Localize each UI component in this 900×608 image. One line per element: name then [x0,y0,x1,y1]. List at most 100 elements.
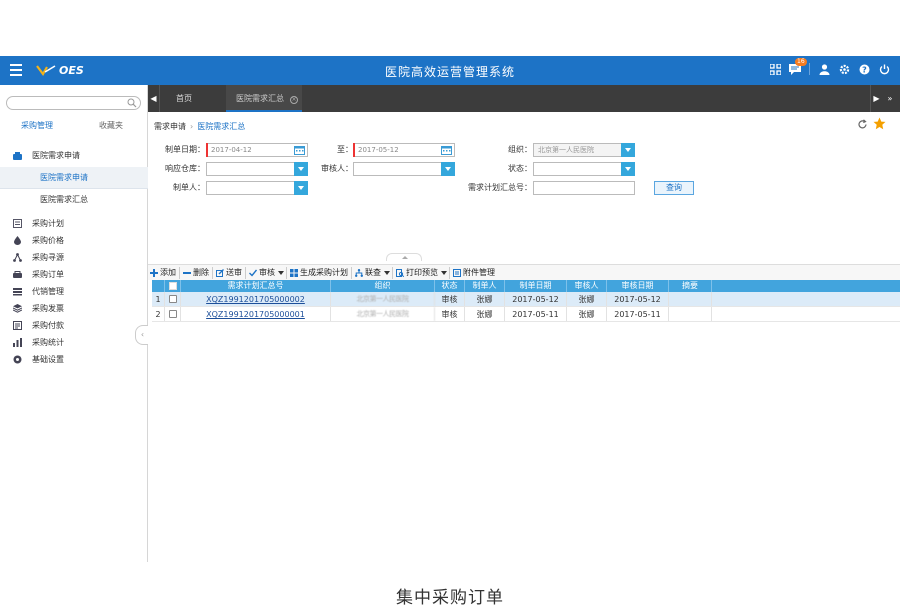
message-icon[interactable]: 16 [789,58,807,75]
tab-favorites[interactable]: 收藏夹 [74,120,148,134]
search-icon[interactable] [127,98,137,108]
sidebar-subitem-demand-request[interactable]: 医院需求申请 [0,167,148,189]
print-dropdown-icon[interactable] [440,265,448,281]
help-icon[interactable]: ? [858,63,870,75]
power-icon[interactable] [878,63,890,75]
sidebar-item-purchase-order[interactable]: 采购订单 [0,266,148,283]
star-icon[interactable] [873,117,886,130]
row-checkbox[interactable] [168,310,177,318]
sidebar-item-label: 采购计划 [32,219,64,228]
table-row[interactable]: 2 XQZ1991201705000001 北京第一人民医院 审核 张娜 201… [152,307,900,322]
date-from-label: 制单日期： [165,145,205,154]
row-audit-date: 2017-05-12 [607,292,669,306]
sidebar-item-purchase-plan[interactable]: 采购计划 [0,215,148,232]
tab-purchase-management[interactable]: 采购管理 [0,120,74,134]
notification-badge: 16 [795,58,807,66]
top-bar: OES 医院高效运营管理系统 16 ? [0,56,900,85]
column-header[interactable]: 制单日期 [505,280,567,292]
sidebar-group-hospital-demand[interactable]: 医院需求申请 [0,145,148,167]
row-checkbox[interactable] [168,295,177,303]
gear-icon[interactable] [838,63,850,75]
calendar-icon[interactable] [294,145,305,155]
chevron-down-icon[interactable] [294,181,308,195]
tab-more-icon[interactable]: » [882,85,898,112]
linked-query-dropdown-icon[interactable] [383,265,391,281]
org-select[interactable]: 北京第一人民医院 [533,143,635,157]
column-header[interactable]: 审核人 [567,280,607,292]
tab-demand-summary[interactable]: 医院需求汇总 × [226,85,302,112]
sidebar-item-payment[interactable]: 采购付款 [0,317,148,334]
row-select[interactable] [165,307,181,321]
grid-apps-icon[interactable] [769,63,781,75]
sidebar-item-label: 基础设置 [32,355,64,364]
row-code-link[interactable]: XQZ1991201705000002 [181,292,331,306]
column-header[interactable]: 需求计划汇总号 [181,280,331,292]
delete-label: 删除 [193,268,209,277]
calendar-icon[interactable] [441,145,452,155]
search-input[interactable] [13,97,123,109]
chevron-down-icon[interactable] [441,162,455,176]
query-button[interactable]: 查询 [654,181,694,195]
sidebar-item-label: 采购价格 [32,236,64,245]
row-select[interactable] [165,292,181,306]
header-select-all[interactable] [165,280,181,292]
sidebar-item-base-settings[interactable]: 基础设置 [0,351,148,368]
submit-review-button[interactable]: 送审 [214,265,244,281]
close-icon[interactable]: × [290,96,298,104]
plan-icon [13,219,22,228]
tab-scroll-left-icon[interactable]: ◀ [148,85,160,112]
maker-label: 制单人： [173,183,205,192]
sidebar-item-label: 采购寻源 [32,253,64,262]
sidebar-item-purchase-price[interactable]: 采购价格 [0,232,148,249]
sidebar: 采购管理 收藏夹 医院需求申请 医院需求申请 医院需求汇总 采购计划 采购价格 … [0,85,149,562]
refresh-icon[interactable] [857,119,868,130]
tab-home[interactable]: 首页 [176,85,192,112]
sidebar-item-purchase-sourcing[interactable]: 采购寻源 [0,249,148,266]
linked-query-button[interactable]: 联查 [353,265,383,281]
tab-scroll-right-icon[interactable]: ▶ [870,85,882,112]
column-header[interactable]: 状态 [435,280,465,292]
generate-plan-button[interactable]: 生成采购计划 [288,265,350,281]
figure-caption: 集中采购订单 [396,588,504,608]
warehouse-label: 响应仓库： [165,164,205,173]
chevron-down-icon[interactable] [621,162,635,176]
chevron-down-icon[interactable] [294,162,308,176]
grid-header: 需求计划汇总号 组织 状态 制单人 制单日期 审核人 审核日期 摘要 [152,280,900,292]
user-icon[interactable] [818,63,830,75]
sidebar-item-statistics[interactable]: 采购统计 [0,334,148,351]
header-row-number [152,280,165,292]
sidebar-item-invoice[interactable]: 采购发票 [0,300,148,317]
column-header[interactable]: 制单人 [465,280,505,292]
row-code-link[interactable]: XQZ1991201705000001 [181,307,331,321]
sidebar-item-consignment[interactable]: 代销管理 [0,283,148,300]
auditor-select[interactable] [353,162,455,176]
divider [351,266,352,279]
grid-icon [290,268,298,277]
sidebar-collapse-handle[interactable]: ‹ [135,325,149,345]
add-button[interactable]: 添加 [148,265,178,281]
audit-dropdown-icon[interactable] [277,265,285,281]
column-header[interactable]: 摘要 [669,280,712,292]
chevron-down-icon[interactable] [621,143,635,157]
row-audit-date: 2017-05-11 [607,307,669,321]
date-to-field[interactable]: 2017-05-12 [353,143,455,157]
select-all-checkbox[interactable] [168,282,177,290]
table-row[interactable]: 1 XQZ1991201705000002 北京第一人民医院 审核 张娜 201… [152,292,900,307]
print-preview-button[interactable]: 打印预览 [394,265,440,281]
panel-splitter-handle[interactable] [386,253,422,261]
maker-select[interactable] [206,181,308,195]
column-header[interactable]: 审核日期 [607,280,669,292]
audit-button[interactable]: 审核 [247,265,277,281]
status-select[interactable] [533,162,635,176]
code-input[interactable] [533,181,635,195]
attachment-button[interactable]: 附件管理 [451,265,497,281]
linked-query-label: 联查 [365,268,381,277]
warehouse-select[interactable] [206,162,308,176]
edit-icon [216,268,224,277]
delete-button[interactable]: 删除 [181,265,211,281]
breadcrumb-root[interactable]: 需求申请 [154,122,186,131]
date-from-field[interactable]: 2017-04-12 [206,143,308,157]
column-header[interactable]: 组织 [331,280,435,292]
org-value: 北京第一人民医院 [538,146,594,154]
sidebar-subitem-demand-summary[interactable]: 医院需求汇总 [0,189,148,211]
